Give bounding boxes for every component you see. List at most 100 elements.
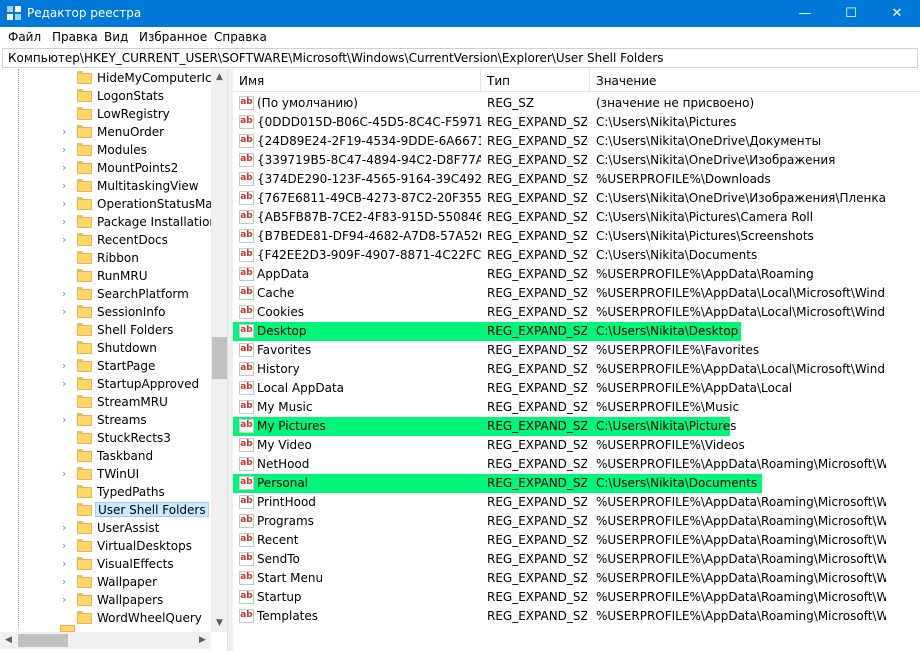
value-row[interactable]: ab (По умолчанию) REG_SZ (значение не присв…: [233, 94, 920, 113]
tree-item[interactable]: › Modules: [0, 141, 211, 159]
value-row[interactable]: ab {339719B5-8C47-4894-94C2-D8F77ADD4... R…: [233, 151, 920, 170]
tree-item[interactable]: › SearchPlatform: [0, 285, 211, 303]
address-path[interactable]: Компьютер\HKEY_CURRENT_USER\SOFTWARE\Mic…: [8, 51, 663, 65]
column-header-value[interactable]: Значение: [590, 69, 877, 91]
value-row[interactable]: ab NetHood REG_EXPAND_SZ %USERPROFILE%\AppD…: [233, 455, 920, 474]
tree-item[interactable]: › UserAssist: [0, 519, 211, 537]
tree-item[interactable]: › Package Installation: [0, 213, 217, 231]
tree-item[interactable]: › StartPage: [0, 357, 211, 375]
value-row[interactable]: ab PrintHood REG_EXPAND_SZ %USERPROFILE%\Ap…: [233, 493, 920, 512]
menu-favorites[interactable]: Избранное: [139, 30, 207, 44]
tree-item[interactable]: › Wallpapers: [0, 591, 211, 609]
expand-arrow-icon[interactable]: ›: [62, 178, 72, 194]
scroll-thumb[interactable]: [212, 337, 227, 379]
expand-arrow-icon[interactable]: ›: [62, 592, 72, 608]
expand-arrow-icon[interactable]: ›: [62, 520, 72, 536]
column-header-type[interactable]: Тип: [481, 69, 590, 91]
key-tree[interactable]: HideMyComputerIco LogonStats LowRegistry › M…: [0, 69, 228, 651]
menu-view[interactable]: Вид: [104, 30, 128, 44]
tree-item[interactable]: RunMRU: [0, 267, 211, 285]
tree-item[interactable]: WordWheelQuery: [0, 609, 211, 627]
tree-item[interactable]: Shell Folders: [0, 321, 211, 339]
value-row[interactable]: ab Local AppData REG_EXPAND_SZ %USERPROFILE…: [233, 379, 920, 398]
value-row[interactable]: ab {F42EE2D3-909F-4907-8871-4C22FC0BF7...…: [233, 246, 920, 265]
close-button[interactable]: ✕: [874, 0, 920, 27]
tree-item[interactable]: › TWinUI: [0, 465, 211, 483]
expand-arrow-icon[interactable]: ›: [62, 412, 72, 428]
tree-item[interactable]: › MountPoints2: [0, 159, 211, 177]
address-bar[interactable]: Компьютер\HKEY_CURRENT_USER\SOFTWARE\Mic…: [2, 48, 918, 68]
values-list[interactable]: Имя Тип Значение ab (По умолчанию) REG_SZ (…: [233, 69, 920, 651]
expand-arrow-icon[interactable]: ›: [62, 160, 72, 176]
value-row[interactable]: ab {374DE290-123F-4565-9164-39C4925E46...…: [233, 170, 920, 189]
menu-edit[interactable]: Правка: [52, 30, 98, 44]
expand-arrow-icon[interactable]: ›: [62, 376, 72, 392]
value-row[interactable]: ab Favorites REG_EXPAND_SZ %USERPROFILE%\Fa…: [233, 341, 920, 360]
minimize-button[interactable]: —: [782, 0, 828, 27]
expand-arrow-icon[interactable]: ›: [62, 232, 72, 248]
expand-arrow-icon[interactable]: ›: [62, 286, 72, 302]
tree-item[interactable]: User Shell Folders: [0, 501, 211, 519]
column-header-name[interactable]: Имя: [233, 69, 481, 91]
value-row[interactable]: ab Templates REG_EXPAND_SZ %USERPROFILE%\Ap…: [233, 607, 920, 626]
tree-item[interactable]: › OperationStatusMana: [0, 195, 227, 213]
expand-arrow-icon[interactable]: ›: [62, 214, 72, 230]
expand-arrow-icon[interactable]: ›: [62, 466, 72, 482]
tree-horizontal-scrollbar[interactable]: ◀ ▶: [0, 632, 211, 649]
expand-arrow-icon[interactable]: ›: [62, 538, 72, 554]
tree-item[interactable]: Taskband: [0, 447, 211, 465]
expand-arrow-icon[interactable]: ›: [62, 574, 72, 590]
value-row[interactable]: ab {AB5FB87B-7CE2-4F83-915D-550846C95... R…: [233, 208, 920, 227]
value-row[interactable]: ab Cache REG_EXPAND_SZ %USERPROFILE%\AppDat…: [233, 284, 920, 303]
tree-item[interactable]: › VisualEffects: [0, 555, 211, 573]
value-row[interactable]: ab Personal REG_EXPAND_SZ C:\Users\Nikita\D…: [233, 474, 920, 493]
menu-file[interactable]: Файл: [8, 30, 41, 44]
tree-item[interactable]: TypedPaths: [0, 483, 211, 501]
expand-arrow-icon[interactable]: ›: [62, 358, 72, 374]
value-row[interactable]: ab Programs REG_EXPAND_SZ %USERPROFILE%\App…: [233, 512, 920, 531]
tree-item[interactable]: › RecentDocs: [0, 231, 211, 249]
tree-item[interactable]: › SessionInfo: [0, 303, 211, 321]
tree-item[interactable]: › MultitaskingView: [0, 177, 211, 195]
value-row[interactable]: ab My Music REG_EXPAND_SZ %USERPROFILE%\Mus…: [233, 398, 920, 417]
tree-item[interactable]: › StartupApproved: [0, 375, 211, 393]
value-row[interactable]: ab Startup REG_EXPAND_SZ %USERPROFILE%\AppD…: [233, 588, 920, 607]
value-row[interactable]: ab {0DDD015D-B06C-45D5-8C4C-F5971385... RE…: [233, 113, 920, 132]
scroll-thumb[interactable]: [18, 634, 68, 647]
value-row[interactable]: ab {24D89E24-2F19-4534-9DDE-6A6671FBB... R…: [233, 132, 920, 151]
maximize-button[interactable]: ☐: [828, 0, 874, 27]
value-row[interactable]: ab Recent REG_EXPAND_SZ %USERPROFILE%\AppDa…: [233, 531, 920, 550]
scroll-left-arrow-icon[interactable]: ◀: [0, 632, 17, 649]
tree-item[interactable]: › Streams: [0, 411, 211, 429]
scroll-up-arrow-icon[interactable]: ▲: [211, 69, 227, 86]
expand-arrow-icon[interactable]: ›: [62, 142, 72, 158]
value-row[interactable]: ab Cookies REG_EXPAND_SZ %USERPROFILE%\AppD…: [233, 303, 920, 322]
value-row[interactable]: ab {B7BEDE81-DF94-4682-A7D8-57A52620B... R…: [233, 227, 920, 246]
tree-item[interactable]: LowRegistry: [0, 105, 211, 123]
value-row[interactable]: ab Start Menu REG_EXPAND_SZ %USERPROFILE%\A…: [233, 569, 920, 588]
value-row[interactable]: ab {767E6811-49CB-4273-87C2-20F355E108...…: [233, 189, 920, 208]
tree-item[interactable]: › VirtualDesktops: [0, 537, 211, 555]
expand-arrow-icon[interactable]: ›: [62, 556, 72, 572]
tree-item[interactable]: LogonStats: [0, 87, 211, 105]
tree-item[interactable]: Ribbon: [0, 249, 211, 267]
value-row[interactable]: ab SendTo REG_EXPAND_SZ %USERPROFILE%\AppDa…: [233, 550, 920, 569]
expand-arrow-icon[interactable]: ›: [62, 124, 72, 140]
expand-arrow-icon[interactable]: ›: [62, 304, 72, 320]
tree-vertical-scrollbar[interactable]: ▲ ▼: [211, 69, 227, 632]
value-row[interactable]: ab AppData REG_EXPAND_SZ %USERPROFILE%\AppD…: [233, 265, 920, 284]
menu-help[interactable]: Справка: [214, 30, 267, 44]
scroll-right-arrow-icon[interactable]: ▶: [194, 632, 211, 649]
value-row[interactable]: ab Desktop REG_EXPAND_SZ C:\Users\Nikita\De…: [233, 322, 920, 341]
tree-item[interactable]: Shutdown: [0, 339, 211, 357]
expand-arrow-icon[interactable]: ›: [62, 196, 72, 212]
tree-item[interactable]: › Wallpaper: [0, 573, 211, 591]
value-row[interactable]: ab History REG_EXPAND_SZ %USERPROFILE%\AppD…: [233, 360, 920, 379]
tree-item[interactable]: › MenuOrder: [0, 123, 211, 141]
value-row[interactable]: ab My Video REG_EXPAND_SZ %USERPROFILE%\Vid…: [233, 436, 920, 455]
tree-item[interactable]: StreamMRU: [0, 393, 211, 411]
tree-item[interactable]: StuckRects3: [0, 429, 211, 447]
scroll-down-arrow-icon[interactable]: ▼: [211, 615, 227, 632]
tree-item[interactable]: HideMyComputerIco: [0, 69, 219, 87]
value-row[interactable]: ab My Pictures REG_EXPAND_SZ C:\Users\Nikit…: [233, 417, 920, 436]
